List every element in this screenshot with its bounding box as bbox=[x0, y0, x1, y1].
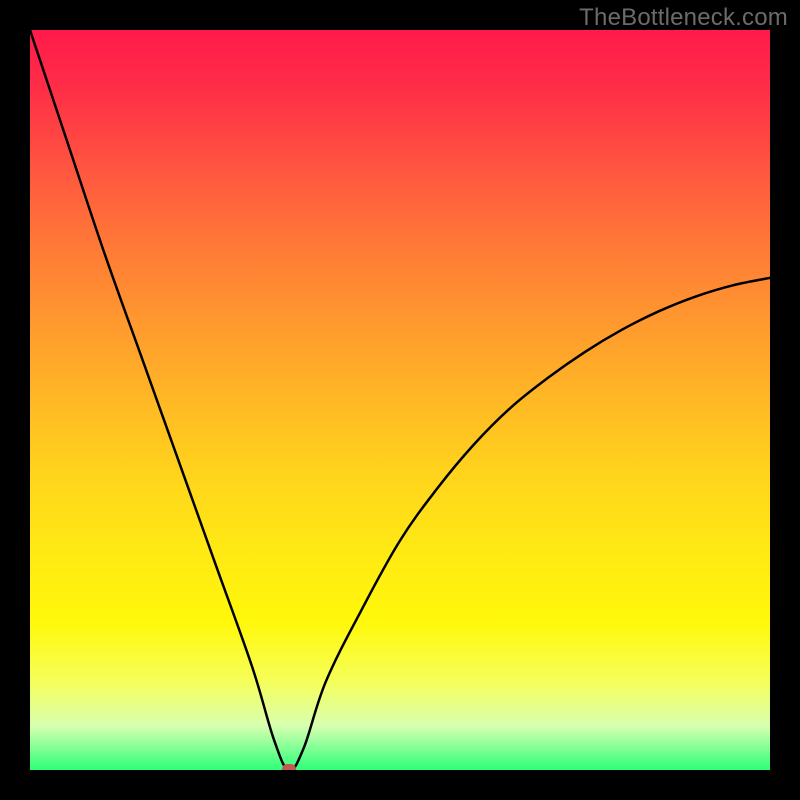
plot-area bbox=[30, 30, 770, 770]
bottleneck-curve bbox=[30, 30, 770, 770]
curve-path bbox=[30, 30, 770, 770]
watermark-text: TheBottleneck.com bbox=[579, 4, 788, 32]
minimum-marker bbox=[282, 764, 296, 770]
chart-frame: TheBottleneck.com bbox=[0, 0, 800, 800]
